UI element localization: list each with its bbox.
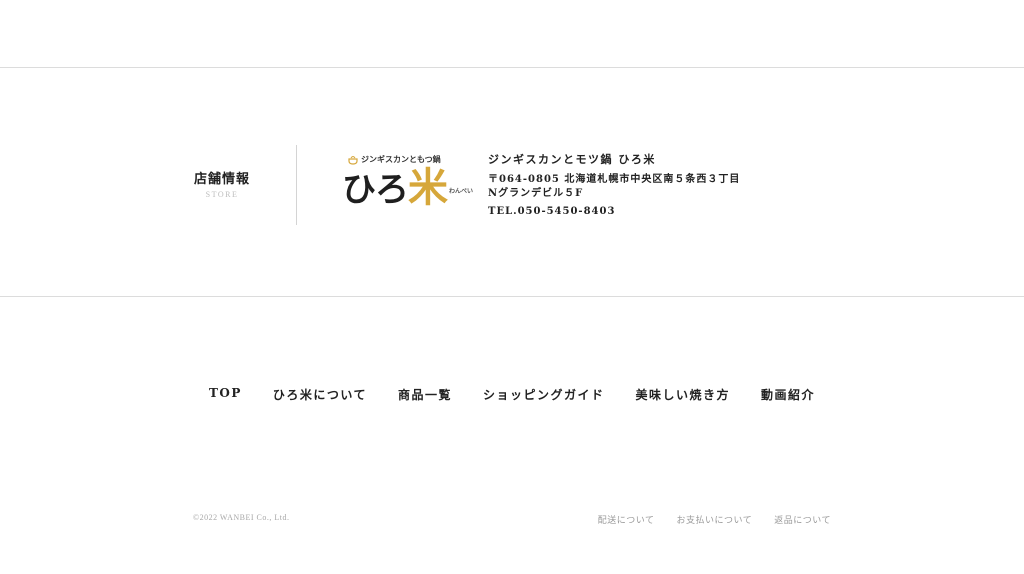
logo-brand-sub: わんべい [449,188,474,195]
store-heading-en: STORE [205,190,239,199]
nav-item-about[interactable]: ひろ米について [273,386,367,403]
nav-item-shopping-guide[interactable]: ショッピングガイド [483,386,605,403]
store-address-line1: 〒064-0805 北海道札幌市中央区南５条西３丁目 [488,174,741,185]
store-heading-ja: 店舗情報 [193,172,250,187]
store-address-line2: Nグランデビル５F [488,188,584,199]
store-name: ジンギスカンとモツ鍋 ひろ米 [488,153,656,166]
nav-item-grilling[interactable]: 美味しい焼き方 [636,386,731,403]
logo-brand-kome: 米 [408,164,448,211]
store-vertical-divider [296,145,297,225]
store-section-heading: 店舗情報 STORE [184,168,260,199]
hot-pot-icon [348,155,358,165]
hiroyone-logo[interactable]: ジンギスカンともつ鍋 ひろ米 わんべい [340,152,473,214]
policy-link-returns[interactable]: 返品について [774,513,831,526]
middle-divider [0,296,1024,297]
policy-links: 配送について お支払いについて 返品について [598,513,831,526]
store-info: ジンギスカンとモツ鍋 ひろ米 〒064-0805 北海道札幌市中央区南５条西３丁… [488,151,740,217]
footer-nav: TOP ひろ米について 商品一覧 ショッピングガイド 美味しい焼き方 動画紹介 [0,386,1024,403]
policy-link-payment[interactable]: お支払いについて [677,513,753,526]
nav-item-products[interactable]: 商品一覧 [398,386,452,403]
copyright: ©2022 WANBEI Co., Ltd. [193,513,290,522]
top-divider [0,67,1024,68]
nav-item-top[interactable]: TOP [209,386,242,403]
logo-brand: ひろ米 わんべい [342,166,473,214]
logo-brand-hira: ひろ [342,170,409,210]
store-tel[interactable]: TEL.050-5450-8403 [488,206,740,217]
nav-item-videos[interactable]: 動画紹介 [761,386,815,403]
policy-link-shipping[interactable]: 配送について [598,513,655,526]
